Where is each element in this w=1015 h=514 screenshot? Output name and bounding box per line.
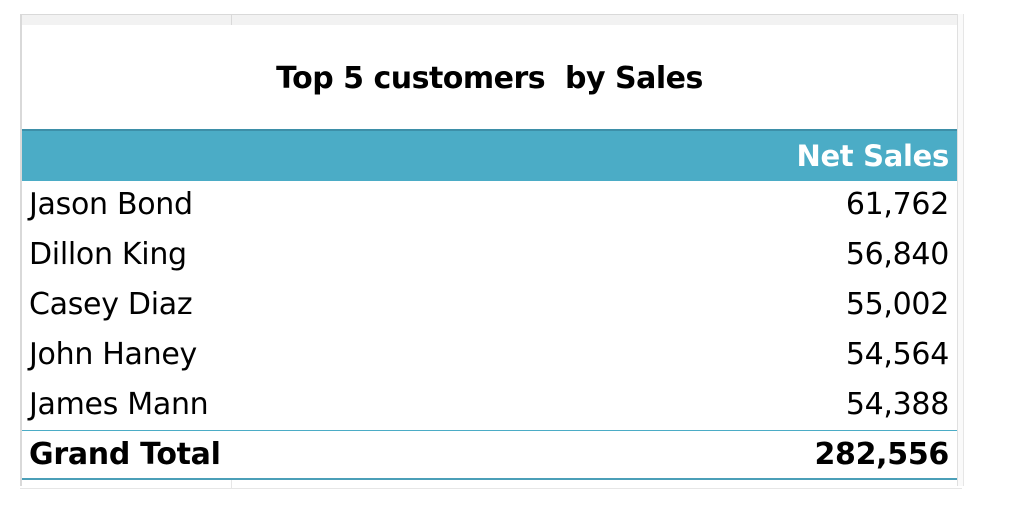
report-title: Top 5 customers by Sales <box>276 60 703 96</box>
net-sales-cell: 54,564 <box>845 337 949 372</box>
grand-total-row[interactable]: Grand Total 282,556 <box>22 430 957 480</box>
customer-name-cell: John Haney <box>29 337 197 372</box>
customer-name-cell: Casey Diaz <box>29 287 193 322</box>
table-row[interactable]: Jason Bond 61,762 <box>22 181 957 231</box>
grand-total-label: Grand Total <box>29 437 221 472</box>
customer-name-cell: Jason Bond <box>29 187 193 222</box>
customer-rows: Jason Bond 61,762 Dillon King 56,840 Cas… <box>22 181 957 431</box>
table-row[interactable]: James Mann 54,388 <box>22 381 957 431</box>
spreadsheet-canvas: Top 5 customers by Sales Net Sales Jason… <box>0 0 1015 514</box>
net-sales-cell: 55,002 <box>845 287 949 322</box>
gridline-bottom <box>20 480 962 489</box>
table-row[interactable]: John Haney 54,564 <box>22 331 957 381</box>
customer-name-cell: James Mann <box>29 387 209 422</box>
top-customers-report: Top 5 customers by Sales Net Sales Jason… <box>22 25 957 480</box>
net-sales-cell: 56,840 <box>845 237 949 272</box>
column-header-net-sales: Net Sales <box>796 139 949 173</box>
net-sales-cell: 54,388 <box>845 387 949 422</box>
table-row[interactable]: Dillon King 56,840 <box>22 231 957 281</box>
report-title-area[interactable]: Top 5 customers by Sales <box>22 25 957 129</box>
gridline-right <box>957 14 964 486</box>
grand-total-value: 282,556 <box>814 437 949 472</box>
table-row[interactable]: Casey Diaz 55,002 <box>22 281 957 331</box>
net-sales-cell: 61,762 <box>845 187 949 222</box>
customer-name-cell: Dillon King <box>29 237 187 272</box>
table-header-row[interactable]: Net Sales <box>22 129 957 181</box>
